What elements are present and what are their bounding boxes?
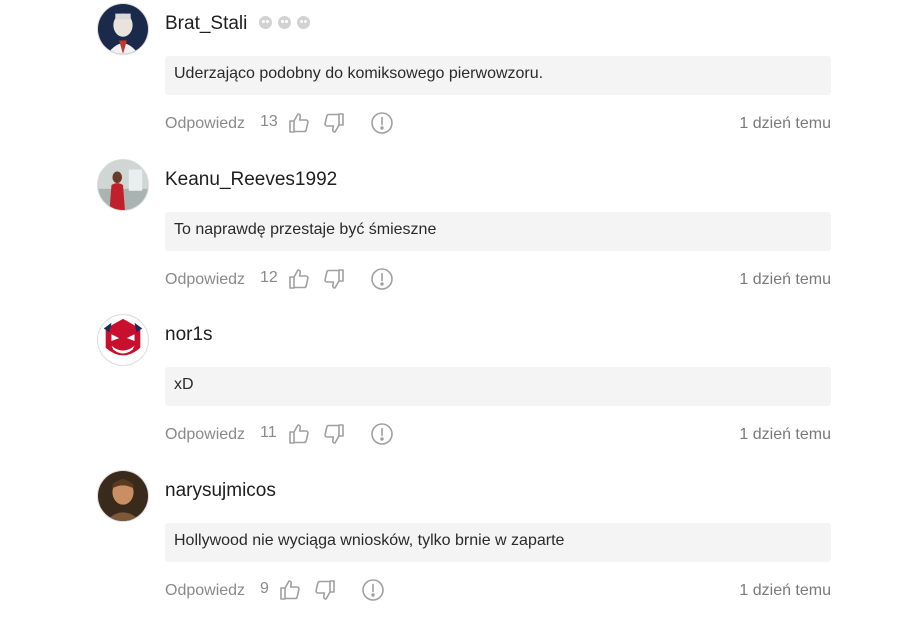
avatar-photo-icon bbox=[98, 4, 148, 54]
user-avatar[interactable] bbox=[97, 3, 149, 55]
thumbs-up-icon[interactable] bbox=[278, 578, 302, 602]
badge-icon bbox=[259, 16, 272, 29]
reply-button[interactable]: Odpowiedz bbox=[165, 426, 245, 444]
thumbs-down-icon[interactable] bbox=[322, 111, 346, 135]
comment: nor1s xD Odpowiedz 11 1 dzień temu bbox=[0, 311, 900, 467]
report-icon[interactable] bbox=[370, 267, 394, 291]
reply-button[interactable]: Odpowiedz bbox=[165, 271, 245, 289]
thumbs-up-icon[interactable] bbox=[287, 267, 311, 291]
comment-time: 1 dzień temu bbox=[739, 115, 831, 132]
user-avatar[interactable] bbox=[97, 314, 149, 366]
comment-text: Hollywood nie wyciąga wniosków, tylko br… bbox=[165, 523, 831, 562]
reply-button[interactable]: Odpowiedz bbox=[165, 582, 245, 600]
reply-button[interactable]: Odpowiedz bbox=[165, 115, 245, 133]
username[interactable]: Keanu_Reeves1992 bbox=[165, 169, 337, 191]
thumbs-down-icon[interactable] bbox=[322, 422, 346, 446]
report-icon[interactable] bbox=[361, 578, 385, 602]
vote-count: 9 bbox=[260, 580, 269, 597]
comment: Keanu_Reeves1992 To naprawdę przestaje b… bbox=[0, 156, 900, 312]
vote-count: 11 bbox=[260, 424, 277, 441]
report-icon[interactable] bbox=[370, 422, 394, 446]
report-icon[interactable] bbox=[370, 111, 394, 135]
badge-icon bbox=[278, 16, 291, 29]
vote-count: 13 bbox=[260, 113, 278, 130]
badge-icon bbox=[297, 16, 310, 29]
comment-time: 1 dzień temu bbox=[739, 426, 831, 443]
vote-count: 12 bbox=[260, 269, 278, 286]
comment-text: Uderzająco podobny do komiksowego pierwo… bbox=[165, 56, 831, 95]
thumbs-down-icon[interactable] bbox=[313, 578, 337, 602]
avatar-mascot-icon bbox=[98, 315, 148, 365]
avatar-photo-icon bbox=[98, 471, 148, 521]
username[interactable]: narysujmicos bbox=[165, 480, 276, 502]
comment-text: To naprawdę przestaje być śmieszne bbox=[165, 212, 831, 251]
username[interactable]: Brat_Stali bbox=[165, 13, 247, 35]
avatar-photo-icon bbox=[98, 160, 148, 210]
user-avatar[interactable] bbox=[97, 159, 149, 211]
comment-time: 1 dzień temu bbox=[739, 271, 831, 288]
comment: Brat_Stali Uderzająco podobny do komikso… bbox=[0, 0, 900, 156]
comment: narysujmicos Hollywood nie wyciąga wnios… bbox=[0, 467, 900, 623]
thumbs-up-icon[interactable] bbox=[287, 422, 311, 446]
comment-text: xD bbox=[165, 367, 831, 406]
user-avatar[interactable] bbox=[97, 470, 149, 522]
username[interactable]: nor1s bbox=[165, 324, 213, 346]
user-badges bbox=[259, 16, 310, 29]
comment-time: 1 dzień temu bbox=[739, 582, 831, 599]
thumbs-down-icon[interactable] bbox=[322, 267, 346, 291]
thumbs-up-icon[interactable] bbox=[287, 111, 311, 135]
